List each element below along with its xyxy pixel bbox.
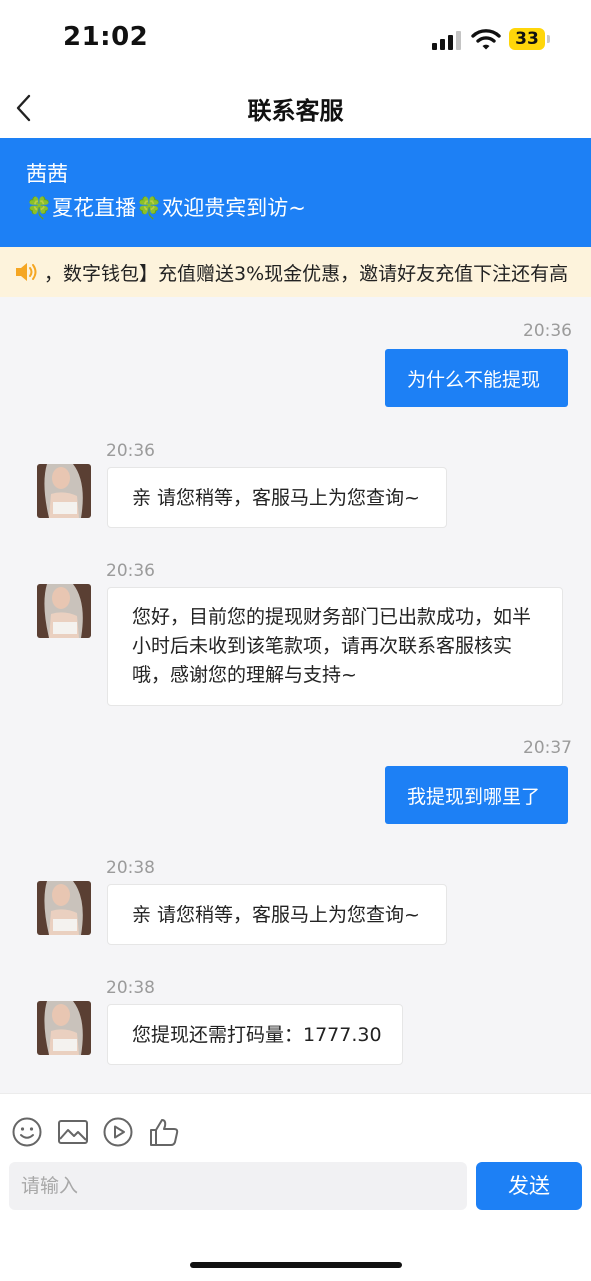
thumbs-up-icon[interactable] [148,1116,180,1148]
message-time: 20:38 [106,858,155,878]
agent-avatar[interactable] [37,881,91,935]
incoming-message-bubble[interactable]: 您好，目前您的提现财务部门已出款成功，如半小时后未收到该笔款项，请再次联系客服核… [107,587,563,706]
announcement-text: ，数字钱包】充值赠送3%现金优惠，邀请好友充值下注还有高 [44,263,569,285]
message-input[interactable] [9,1162,467,1210]
agent-avatar[interactable] [37,584,91,638]
incoming-message-bubble[interactable]: 亲 请您稍等，客服马上为您查询~ [107,467,447,528]
agent-avatar[interactable] [37,1001,91,1055]
message-time: 20:38 [106,978,155,998]
welcome-brand: 夏花直播 [52,196,137,220]
message-time: 20:36 [106,441,155,461]
message-time: 20:37 [523,738,572,758]
avatar-image [37,464,91,518]
avatar-image [37,881,91,935]
message-composer: 发送 [0,1093,591,1281]
clover-icon: 🍀 [136,196,163,220]
incoming-message-bubble[interactable]: 亲 请您稍等，客服马上为您查询~ [107,884,447,945]
clover-icon: 🍀 [26,196,53,220]
image-icon[interactable] [57,1116,89,1148]
cellular-signal-icon [432,31,461,50]
avatar-image [37,584,91,638]
announcement-marquee[interactable]: ，数字钱包】充值赠送3%现金优惠，邀请好友充值下注还有高 [0,247,591,297]
welcome-text: 欢迎贵宾到访~ [162,196,306,220]
message-time: 20:36 [523,321,572,341]
status-bar: 21:02 33 [0,0,591,78]
battery-icon: 33 [509,28,551,50]
outgoing-message-bubble[interactable]: 为什么不能提现 [385,349,568,407]
battery-level: 33 [515,29,539,49]
outgoing-message-bubble[interactable]: 我提现到哪里了 [385,766,568,824]
agent-avatar[interactable] [37,464,91,518]
chat-area[interactable]: 20:36 为什么不能提现 20:36 亲 请您稍等，客服马上为您查询~ 20:… [0,297,591,1093]
speaker-icon [16,263,37,281]
nav-bar: 联系客服 [0,78,591,138]
agent-name: 茜茜 [26,162,68,186]
emoji-icon[interactable] [11,1116,43,1148]
home-indicator[interactable] [190,1262,402,1268]
send-button[interactable]: 发送 [476,1162,582,1210]
avatar-image [37,1001,91,1055]
message-time: 20:36 [106,561,155,581]
welcome-message: 🍀夏花直播🍀欢迎贵宾到访~ [26,192,306,222]
wifi-icon [471,29,501,50]
incoming-message-bubble[interactable]: 您提现还需打码量：1777.30 [107,1004,403,1065]
page-title: 联系客服 [247,97,344,125]
status-time: 21:02 [63,22,149,52]
service-notice-panel: 茜茜 🍀夏花直播🍀欢迎贵宾到访~ [0,138,591,247]
video-icon[interactable] [102,1116,134,1148]
